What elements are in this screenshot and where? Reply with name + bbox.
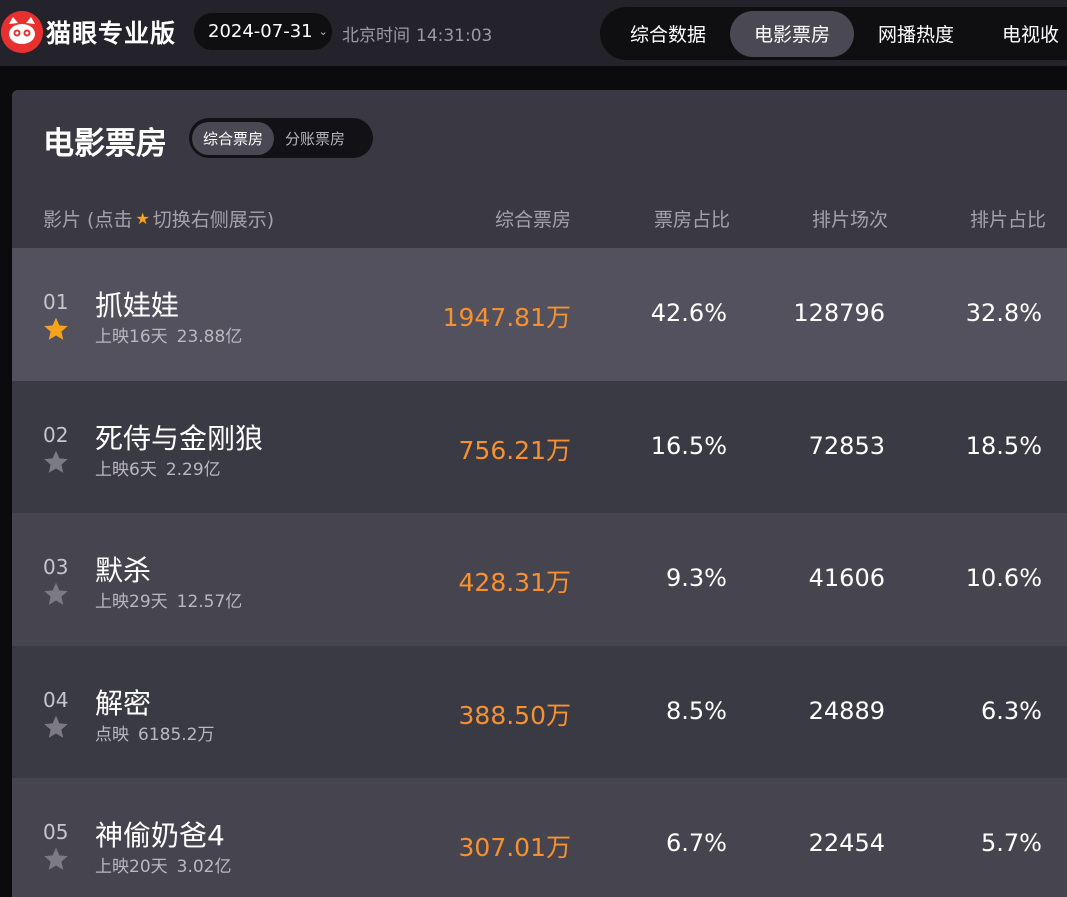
column-film-prefix: 影片 (点击 bbox=[43, 209, 133, 231]
show-ratio-value: 10.6% bbox=[965, 564, 1042, 592]
page-title: 电影票房 bbox=[43, 126, 167, 162]
release-days: 点映 bbox=[95, 724, 129, 745]
box-ratio-value: 9.3% bbox=[666, 564, 727, 592]
box-office-value: 1947.81万 bbox=[442, 303, 571, 332]
total-gross: 23.88亿 bbox=[176, 327, 243, 347]
brand-name: 猫眼专业版 bbox=[46, 19, 177, 48]
release-days: 上映20天 bbox=[95, 857, 168, 877]
movie-name[interactable]: 神偷奶爸4 bbox=[95, 814, 225, 854]
star-icon[interactable] bbox=[43, 316, 69, 342]
shows-value: 24889 bbox=[808, 696, 885, 725]
table-row[interactable]: 03 默杀 上映29天 12.57亿 428.31万 9.3% 41606 10.… bbox=[12, 513, 1067, 646]
box-office-value: 756.21万 bbox=[458, 435, 571, 465]
star-shape bbox=[44, 582, 68, 605]
box-office-type-toggle: 综合票房 分账票房 bbox=[189, 118, 373, 158]
release-days: 上映6天 bbox=[95, 459, 157, 480]
movie-meta: 上映29天 12.57亿 bbox=[95, 587, 242, 612]
star-shape bbox=[44, 450, 68, 473]
beijing-time-value: 14:31:03 bbox=[416, 26, 493, 46]
top-bar: 猫眼专业版 2024-07-31 ⌄ 北京时间 14:31:03 综合数据 电影票… bbox=[0, 0, 1067, 66]
movie-meta: 上映6天 2.29亿 bbox=[95, 455, 221, 480]
shows-value: 128796 bbox=[793, 299, 885, 327]
star-icon[interactable] bbox=[43, 714, 69, 740]
segment-total-box-office[interactable]: 综合票房 bbox=[192, 121, 275, 155]
table-header: 影片 (点击 ★ 切换右侧展示) 综合票房 票房占比 排片场次 排片占比 bbox=[12, 186, 1067, 248]
column-box-office[interactable]: 综合票房 bbox=[495, 205, 571, 232]
star-icon[interactable] bbox=[43, 581, 69, 607]
column-film-suffix: 切换右侧展示) bbox=[152, 209, 275, 231]
total-gross: 3.02亿 bbox=[176, 857, 232, 877]
movie-meta: 点映 6185.2万 bbox=[95, 720, 214, 745]
movie-meta: 上映16天 23.88亿 bbox=[95, 322, 242, 347]
movie-name[interactable]: 死侍与金刚狼 bbox=[95, 417, 263, 457]
shows-value: 41606 bbox=[808, 564, 885, 592]
total-gross: 12.57亿 bbox=[176, 592, 243, 612]
total-gross: 6185.2万 bbox=[138, 724, 215, 745]
star-icon: ★ bbox=[135, 209, 150, 228]
nav-item-movie-box-office[interactable]: 电影票房 bbox=[730, 10, 855, 57]
star-shape bbox=[44, 847, 68, 870]
box-office-value: 388.50万 bbox=[458, 700, 571, 730]
rank: 03 bbox=[43, 555, 69, 579]
star-icon[interactable] bbox=[43, 449, 69, 475]
movie-name[interactable]: 解密 bbox=[95, 682, 151, 722]
chevron-down-icon: ⌄ bbox=[318, 25, 328, 38]
nav-item-tv[interactable]: 电视收 bbox=[978, 11, 1067, 57]
date-value: 2024-07-31 bbox=[208, 21, 313, 42]
movie-meta: 上映20天 3.02亿 bbox=[95, 852, 232, 877]
show-ratio-value: 6.3% bbox=[981, 696, 1042, 725]
box-ratio-value: 16.5% bbox=[650, 431, 727, 460]
date-picker[interactable]: 2024-07-31 ⌄ bbox=[194, 13, 332, 50]
beijing-time: 北京时间 14:31:03 bbox=[342, 21, 492, 46]
star-shape bbox=[44, 317, 68, 340]
segment-split-box-office[interactable]: 分账票房 bbox=[274, 122, 356, 155]
brand-logo[interactable]: 猫眼专业版 bbox=[0, 10, 176, 54]
cat-logo-icon bbox=[1, 11, 43, 53]
movie-table: 01 抓娃娃 上映16天 23.88亿 1947.81万 42.6% 128796… bbox=[12, 248, 1067, 897]
shows-value: 22454 bbox=[808, 829, 885, 857]
column-show-ratio[interactable]: 排片占比 bbox=[970, 205, 1046, 232]
main-nav: 综合数据 电影票房 网播热度 电视收 bbox=[600, 7, 1067, 60]
nav-item-overview[interactable]: 综合数据 bbox=[606, 11, 730, 57]
rank: 02 bbox=[43, 422, 69, 447]
movie-name[interactable]: 默杀 bbox=[95, 549, 151, 589]
show-ratio-value: 18.5% bbox=[965, 431, 1042, 460]
rank: 05 bbox=[43, 820, 69, 844]
box-ratio-value: 42.6% bbox=[650, 299, 727, 327]
box-office-panel: 电影票房 综合票房 分账票房 影片 (点击 ★ 切换右侧展示) 综合票房 票房占… bbox=[12, 90, 1067, 897]
rank: 04 bbox=[43, 687, 69, 712]
column-shows[interactable]: 排片场次 bbox=[812, 205, 888, 232]
table-row[interactable]: 01 抓娃娃 上映16天 23.88亿 1947.81万 42.6% 128796… bbox=[12, 248, 1067, 381]
release-days: 上映16天 bbox=[95, 327, 168, 347]
shows-value: 72853 bbox=[808, 431, 885, 460]
show-ratio-value: 32.8% bbox=[965, 299, 1042, 327]
beijing-time-label: 北京时间 bbox=[342, 26, 410, 46]
panel-header: 电影票房 综合票房 分账票房 bbox=[12, 90, 1067, 186]
column-box-ratio[interactable]: 票房占比 bbox=[654, 205, 730, 232]
release-days: 上映29天 bbox=[95, 592, 168, 612]
table-row[interactable]: 04 解密 点映 6185.2万 388.50万 8.5% 24889 6.3% bbox=[12, 645, 1067, 778]
box-ratio-value: 6.7% bbox=[666, 829, 727, 857]
rank: 01 bbox=[43, 290, 69, 314]
table-row[interactable]: 05 神偷奶爸4 上映20天 3.02亿 307.01万 6.7% 22454 5… bbox=[12, 778, 1067, 897]
star-shape bbox=[44, 715, 68, 738]
box-office-value: 307.01万 bbox=[458, 833, 571, 862]
nav-item-web-heat[interactable]: 网播热度 bbox=[854, 11, 978, 57]
column-film: 影片 (点击 ★ 切换右侧展示) bbox=[43, 205, 274, 232]
total-gross: 2.29亿 bbox=[165, 459, 221, 480]
table-row[interactable]: 02 死侍与金刚狼 上映6天 2.29亿 756.21万 16.5% 72853 … bbox=[12, 380, 1067, 513]
box-office-value: 428.31万 bbox=[458, 568, 571, 597]
show-ratio-value: 5.7% bbox=[981, 829, 1042, 857]
box-ratio-value: 8.5% bbox=[666, 696, 727, 725]
movie-name[interactable]: 抓娃娃 bbox=[95, 284, 179, 324]
star-icon[interactable] bbox=[43, 846, 69, 872]
